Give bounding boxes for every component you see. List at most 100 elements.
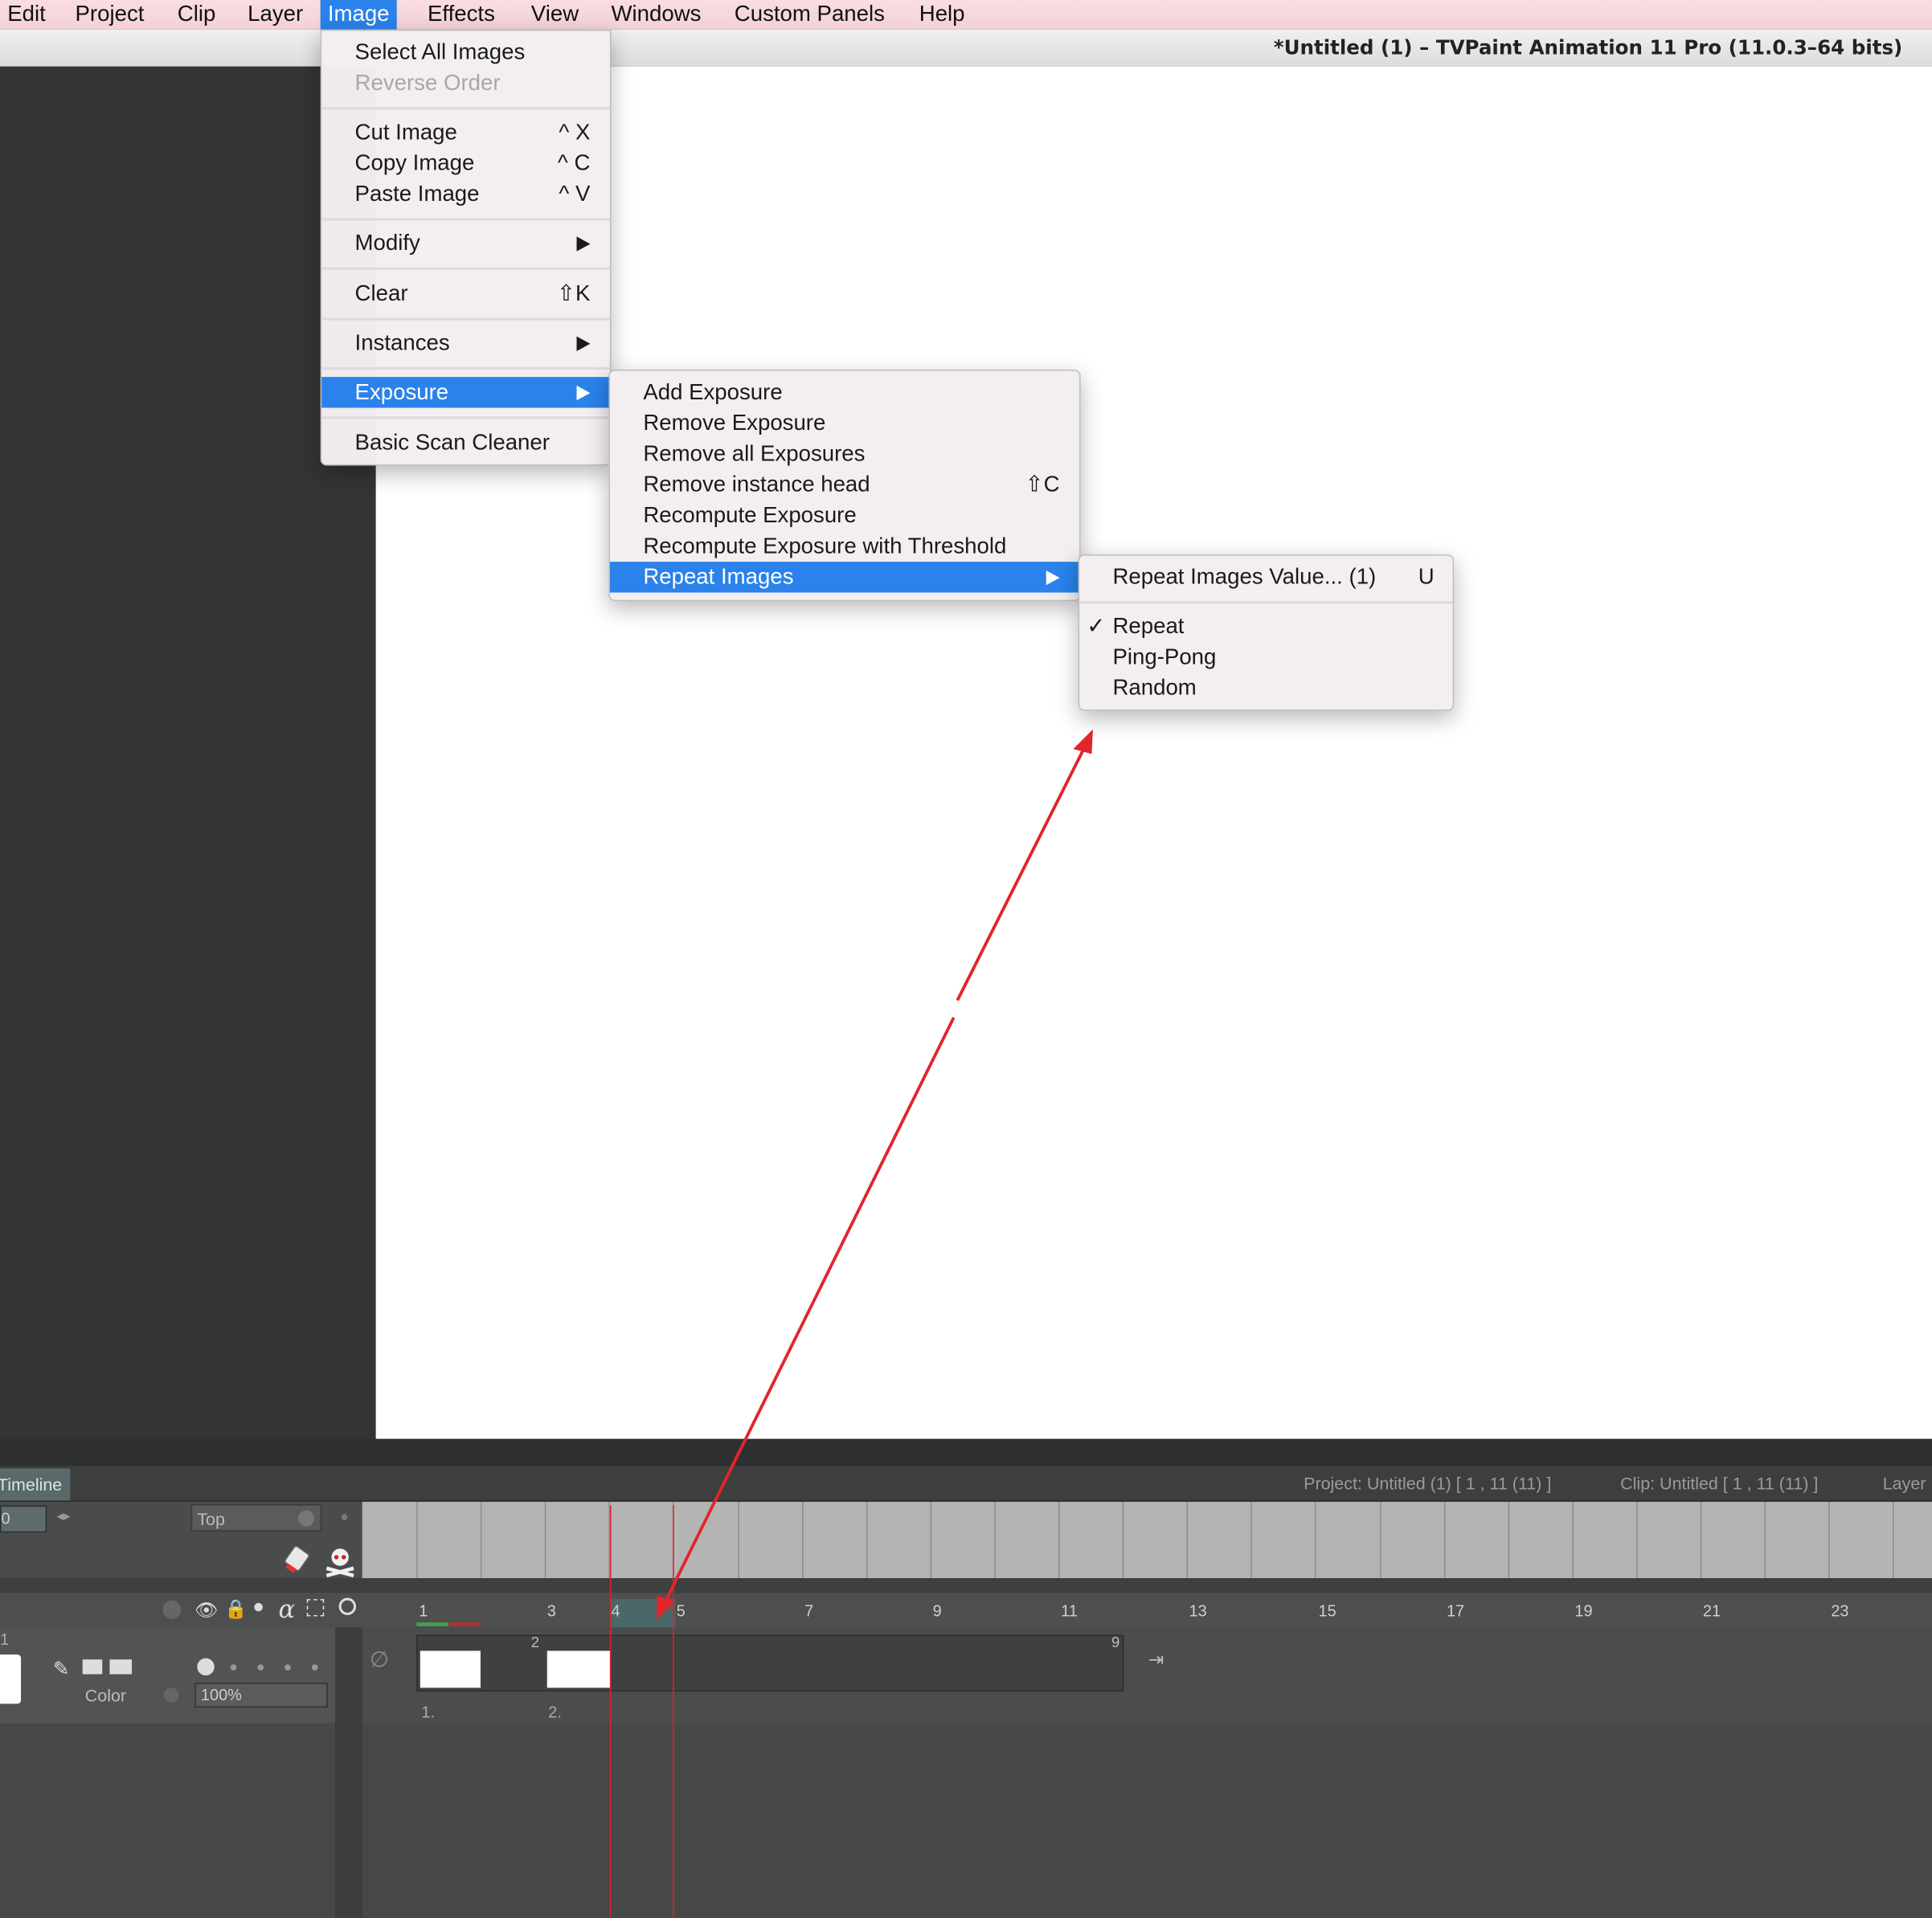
menu-separator xyxy=(321,218,610,221)
instances-item[interactable]: Instances xyxy=(321,328,610,358)
ruler-label: 15 xyxy=(1318,1601,1336,1621)
cut-image-item[interactable]: Cut Image ^ X xyxy=(321,117,610,148)
paste-image-item[interactable]: Paste Image ^ V xyxy=(321,178,610,209)
grid-line xyxy=(1250,1501,1253,1579)
menu-separator xyxy=(321,107,610,110)
frame-ruler[interactable]: 1 3 4 5 7 9 11 13 15 17 19 21 23 xyxy=(362,1593,1932,1628)
opacity-minus-icon[interactable] xyxy=(163,1687,179,1703)
add-exposure-item[interactable]: Add Exposure xyxy=(610,377,1079,407)
small-dot-icon xyxy=(341,1514,348,1520)
layer-color-label: Color xyxy=(84,1685,127,1705)
timeline-tab[interactable]: Timeline xyxy=(0,1468,71,1501)
lock-icon[interactable]: 🔒 xyxy=(224,1598,248,1620)
exposure-item[interactable]: Exposure xyxy=(321,377,610,408)
add-frame-icon[interactable] xyxy=(109,1659,133,1675)
menu-effects[interactable]: Effects xyxy=(420,0,502,30)
menu-project[interactable]: Project xyxy=(68,0,151,30)
random-mode-item[interactable]: Random xyxy=(1079,673,1453,703)
instance-label: 1. xyxy=(421,1702,435,1721)
menu-clip[interactable]: Clip xyxy=(170,0,223,30)
alpha-icon[interactable]: α xyxy=(279,1594,296,1624)
layer-row[interactable]: 1 ✎ Color 100% xyxy=(0,1627,362,1724)
remove-instance-head-item[interactable]: Remove instance head ⇧C xyxy=(610,469,1079,500)
submenu-arrow-icon xyxy=(576,385,591,401)
repeat-mode-item[interactable]: ✓ Repeat xyxy=(1079,611,1453,641)
menu-layer[interactable]: Layer xyxy=(240,0,310,30)
grid-line xyxy=(1828,1501,1831,1579)
menu-bar: Edit Project Clip Layer Image Effects Vi… xyxy=(0,0,1932,30)
grid-line xyxy=(1764,1501,1766,1579)
layer-track[interactable]: ∅ 2 9 1. 2. ⇥ xyxy=(362,1627,1932,1724)
layer-menu-chevron-icon[interactable] xyxy=(162,1600,182,1619)
light-table-icon[interactable] xyxy=(338,1597,357,1616)
instance-count: 2 xyxy=(530,1634,540,1651)
modify-item[interactable]: Modify xyxy=(321,228,610,259)
image-block[interactable]: 2 9 xyxy=(416,1634,1124,1692)
basic-scan-cleaner-item[interactable]: Basic Scan Cleaner xyxy=(321,427,610,458)
select-all-images-item[interactable]: Select All Images xyxy=(321,37,610,67)
selection-icon[interactable] xyxy=(306,1599,325,1617)
remove-all-exposures-item[interactable]: Remove all Exposures xyxy=(610,439,1079,469)
recompute-exposure-threshold-item[interactable]: Recompute Exposure with Threshold xyxy=(610,531,1079,562)
menu-separator xyxy=(321,317,610,321)
ruler-label: 3 xyxy=(546,1601,556,1621)
exposure-submenu: Add Exposure Remove Exposure Remove all … xyxy=(608,369,1081,602)
image-menu: Select All Images Reverse Order Cut Imag… xyxy=(320,29,612,466)
copy-image-item[interactable]: Copy Image ^ C xyxy=(321,148,610,178)
menu-windows[interactable]: Windows xyxy=(604,0,708,30)
ruler-label: 23 xyxy=(1831,1601,1849,1621)
onion-dot-icon[interactable] xyxy=(230,1664,237,1671)
menu-view[interactable]: View xyxy=(524,0,587,30)
recompute-exposure-item[interactable]: Recompute Exposure xyxy=(610,500,1079,530)
menu-separator xyxy=(321,366,610,370)
repeat-images-item[interactable]: Repeat Images xyxy=(609,562,1080,593)
brush-icon[interactable]: ✎ xyxy=(53,1657,70,1682)
frame-number-field[interactable]: 0 xyxy=(0,1505,47,1533)
remove-exposure-item[interactable]: Remove Exposure xyxy=(610,407,1079,438)
eraser-icon[interactable] xyxy=(281,1544,316,1576)
grid-line xyxy=(416,1501,418,1579)
empty-set-icon[interactable]: ∅ xyxy=(370,1647,389,1673)
ping-pong-mode-item[interactable]: Ping-Pong xyxy=(1079,642,1453,673)
layer-list-empty xyxy=(0,1723,337,1918)
menu-separator xyxy=(321,267,610,270)
instance-count: 9 xyxy=(1111,1634,1120,1651)
play-range-start-marker xyxy=(416,1622,449,1626)
layer-scrollbar[interactable] xyxy=(335,1627,362,1918)
skull-icon[interactable] xyxy=(321,1544,358,1578)
ruler-label: 17 xyxy=(1446,1601,1465,1621)
eye-icon[interactable]: 👁 xyxy=(194,1599,218,1622)
link-frames-icon[interactable] xyxy=(82,1659,103,1675)
lightbulb-icon[interactable]: ● xyxy=(252,1597,264,1619)
onion-dot-icon[interactable] xyxy=(311,1664,318,1671)
grid-line xyxy=(1508,1501,1509,1579)
onion-dot-icon[interactable] xyxy=(197,1658,215,1676)
onion-dot-icon[interactable] xyxy=(257,1664,264,1671)
onion-dot-icon[interactable] xyxy=(284,1664,291,1671)
ruler-label: 21 xyxy=(1702,1601,1721,1621)
canvas-status-strip xyxy=(0,1438,1932,1468)
extend-exposure-icon[interactable]: ⇥ xyxy=(1148,1648,1164,1671)
instance-thumbnail[interactable] xyxy=(546,1650,610,1688)
repeat-images-value-item[interactable]: Repeat Images Value... (1) U xyxy=(1079,562,1453,592)
submenu-arrow-icon xyxy=(576,336,591,351)
menu-custom-panels[interactable]: Custom Panels xyxy=(727,0,893,30)
instance-thumbnail[interactable] xyxy=(420,1650,481,1688)
timeline-tab-bar: Timeline Project: Untitled (1) [ 1 , 11 … xyxy=(0,1466,1932,1502)
current-frame-line xyxy=(609,1505,612,1918)
ruler-label: 11 xyxy=(1061,1601,1078,1621)
menu-help[interactable]: Help xyxy=(912,0,972,30)
grid-line xyxy=(866,1501,867,1579)
grid-line xyxy=(737,1501,739,1579)
chevron-down-icon xyxy=(298,1510,314,1527)
grid-line xyxy=(1058,1501,1060,1579)
grid-line xyxy=(1379,1501,1381,1579)
submenu-arrow-icon xyxy=(576,236,591,252)
opacity-slider[interactable]: 100% xyxy=(194,1683,328,1708)
menu-image[interactable]: Image xyxy=(320,0,397,30)
layer-position-select[interactable]: Top xyxy=(190,1504,322,1532)
repeat-images-submenu: Repeat Images Value... (1) U ✓ Repeat Ping… xyxy=(1078,554,1455,711)
step-arrows-icon[interactable]: ◂▸ xyxy=(57,1508,71,1523)
menu-edit[interactable]: Edit xyxy=(0,0,53,30)
clear-item[interactable]: Clear ⇧K xyxy=(321,279,610,309)
